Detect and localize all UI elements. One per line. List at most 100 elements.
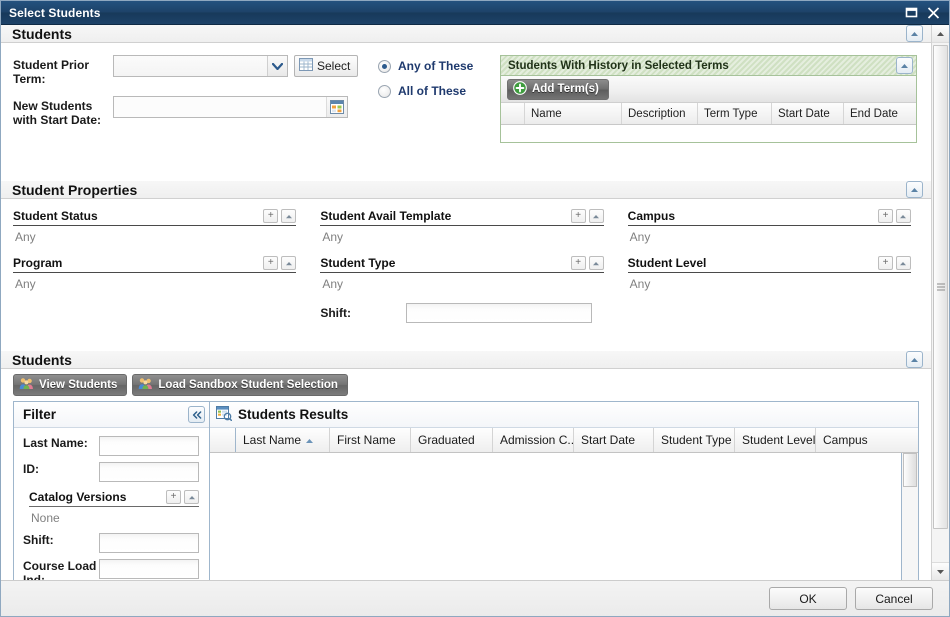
start-date-row: New Students with Start Date: (13, 96, 378, 127)
students-results-grid-body (210, 453, 901, 580)
collapse-catalog-versions-button[interactable] (184, 490, 199, 504)
match-mode-radio-group: Any of These All of These (378, 55, 500, 171)
filter-pane: Filter Last Name: ID: Catalog Versions +… (13, 401, 209, 580)
grid-icon (299, 58, 313, 74)
prior-term-combo[interactable] (113, 55, 288, 77)
window-title: Select Students (9, 5, 101, 20)
add-catalog-version-button[interactable]: + (166, 490, 181, 504)
scroll-down-icon[interactable] (932, 562, 949, 580)
filter-id-input[interactable] (99, 462, 199, 482)
select-prior-term-button[interactable]: Select (294, 55, 359, 77)
catalog-versions-value: None (31, 511, 60, 525)
terms-col-end-date[interactable]: End Date (844, 103, 916, 124)
terms-col-description[interactable]: Description (622, 103, 698, 124)
sort-asc-icon (305, 433, 314, 447)
page-scrollbar-track[interactable] (932, 43, 949, 562)
filter-shift-input[interactable] (99, 533, 199, 553)
results-col-student-level[interactable]: Student Level (735, 428, 816, 452)
section-body-students-bottom: View Students Load Sandbox Student Selec… (1, 369, 931, 580)
scroll-up-icon[interactable] (932, 25, 949, 43)
collapse-student-level-button[interactable] (895, 256, 911, 270)
collapse-filter-pane-button[interactable] (188, 406, 205, 423)
add-student-type-button[interactable]: + (570, 256, 586, 270)
collapse-section-students-bottom-button[interactable] (906, 351, 923, 368)
results-vertical-scrollbar[interactable] (901, 453, 918, 580)
filter-last-name-input[interactable] (99, 436, 199, 456)
page-scrollbar-thumb[interactable] (933, 45, 948, 529)
ok-button[interactable]: OK (769, 587, 847, 610)
results-col-last-name-label: Last Name (243, 433, 302, 447)
radio-any-of-these[interactable]: Any of These (378, 59, 500, 73)
section-title: Student Properties (12, 181, 138, 198)
student-level-value: Any (629, 277, 651, 291)
terms-col-term-type[interactable]: Term Type (698, 103, 772, 124)
collapse-terms-panel-button[interactable] (896, 57, 913, 74)
close-icon[interactable] (925, 5, 941, 21)
load-sandbox-label: Load Sandbox Student Selection (158, 378, 338, 391)
collapse-student-type-button[interactable] (588, 256, 604, 270)
filter-row-course-load-ind: Course Load Ind: (23, 559, 201, 580)
collapse-student-status-button[interactable] (281, 209, 297, 223)
page-vertical-scrollbar[interactable] (931, 25, 949, 580)
property-group-campus: Campus + Any (627, 209, 911, 244)
filter-row-last-name: Last Name: (23, 436, 201, 456)
property-group-student-avail-template: Student Avail Template + Any (320, 209, 604, 244)
collapse-campus-button[interactable] (895, 209, 911, 223)
student-type-label: Student Type (320, 256, 396, 270)
program-label: Program (13, 256, 63, 270)
properties-shift-input[interactable] (406, 303, 593, 323)
restore-icon[interactable] (903, 5, 919, 21)
people-icon (19, 377, 34, 393)
results-scrollbar-thumb[interactable] (903, 453, 917, 487)
filter-fields: Last Name: ID: Catalog Versions + None S… (14, 428, 209, 580)
radio-all-of-these-icon[interactable] (378, 84, 391, 98)
collapse-program-button[interactable] (281, 256, 297, 270)
terms-col-start-date[interactable]: Start Date (772, 103, 844, 124)
radio-any-of-these-icon[interactable] (378, 59, 391, 73)
section-body-students-top: Student Prior Term: Select New Students … (1, 43, 931, 181)
results-scroll-down-icon[interactable] (902, 578, 918, 580)
add-program-button[interactable]: + (263, 256, 279, 270)
results-col-last-name[interactable]: Last Name (236, 428, 330, 452)
results-col-graduated[interactable]: Graduated (411, 428, 493, 452)
filter-course-load-ind-input[interactable] (99, 559, 199, 579)
results-col-first-name[interactable]: First Name (330, 428, 411, 452)
grid-report-icon (216, 405, 233, 424)
terms-history-panel: Students With History in Selected Terms … (500, 55, 917, 143)
collapse-section-students-top-button[interactable] (906, 25, 923, 42)
dialog-footer: OK Cancel (1, 580, 949, 616)
terms-col-name[interactable]: Name (525, 103, 622, 124)
results-col-admission-c[interactable]: Admission C... (493, 428, 574, 452)
campus-label: Campus (627, 209, 675, 223)
results-col-student-type[interactable]: Student Type (654, 428, 735, 452)
terms-panel-title: Students With History in Selected Terms (508, 59, 729, 72)
add-campus-button[interactable]: + (877, 209, 893, 223)
load-sandbox-student-selection-button[interactable]: Load Sandbox Student Selection (132, 373, 348, 396)
collapse-student-avail-template-button[interactable] (588, 209, 604, 223)
prior-term-row: Student Prior Term: Select (13, 55, 378, 86)
view-students-button[interactable]: View Students (13, 373, 128, 396)
program-value: Any (15, 277, 36, 291)
calendar-icon[interactable] (326, 97, 347, 117)
add-terms-button[interactable]: Add Term(s) (507, 78, 609, 100)
cancel-button[interactable]: Cancel (855, 587, 933, 610)
results-col-start-date[interactable]: Start Date (574, 428, 654, 452)
chevron-down-icon[interactable] (267, 56, 287, 76)
filter-catalog-versions-group: Catalog Versions + None (23, 488, 201, 525)
select-button-label: Select (317, 59, 351, 73)
properties-shift-label: Shift: (320, 306, 351, 320)
add-student-level-button[interactable]: + (877, 256, 893, 270)
add-student-avail-template-button[interactable]: + (570, 209, 586, 223)
section-body-student-properties: Student Status + Any Program + Any Stude… (1, 199, 931, 351)
students-results-title: Students Results (238, 407, 349, 422)
terms-col-select[interactable] (501, 103, 525, 124)
results-col-campus[interactable]: Campus (816, 428, 918, 452)
property-group-program: Program + Any (13, 256, 297, 291)
dialog-content: Students Student Prior Term: Select New … (1, 25, 931, 580)
add-student-status-button[interactable]: + (263, 209, 279, 223)
collapse-section-student-properties-button[interactable] (906, 181, 923, 198)
radio-all-of-these[interactable]: All of These (378, 84, 500, 98)
start-date-field[interactable] (113, 96, 348, 118)
student-status-label: Student Status (13, 209, 98, 223)
results-col-select[interactable] (210, 428, 236, 452)
